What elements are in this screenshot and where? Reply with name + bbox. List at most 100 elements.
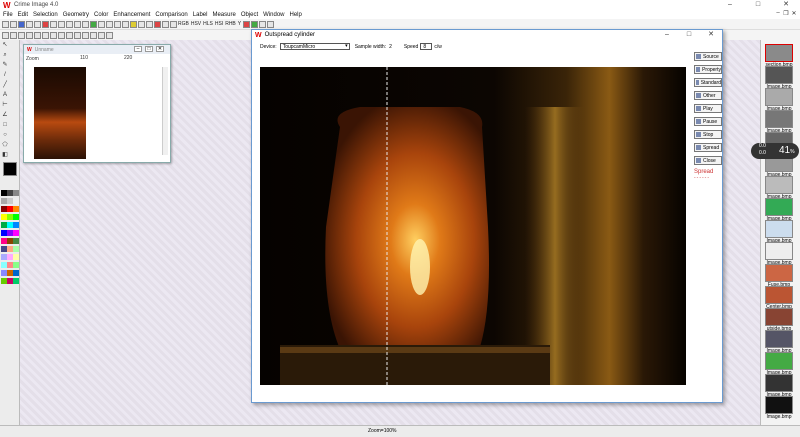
hsv-button[interactable]: HSV — [191, 21, 201, 27]
rect-icon[interactable] — [26, 31, 33, 39]
menu-label[interactable]: Label — [193, 12, 208, 18]
menu-geometry[interactable]: Geometry — [63, 12, 89, 18]
thumbnail-item[interactable]: Image.bmp — [765, 396, 793, 420]
color-wheel-icon[interactable] — [251, 20, 259, 28]
thumbnail-item[interactable]: Image.bmp — [765, 242, 793, 266]
pointer-icon[interactable] — [2, 31, 9, 39]
thumbnail-item[interactable]: Image.bmp — [765, 198, 793, 222]
camera-preview[interactable] — [260, 67, 686, 385]
close-button[interactable]: ✕ — [772, 0, 800, 10]
zoom-out-icon[interactable] — [122, 20, 129, 28]
play-button[interactable]: Play — [694, 104, 722, 113]
hls-button[interactable]: HLS — [203, 21, 213, 27]
palette-swatch[interactable] — [13, 238, 19, 244]
gray-icon[interactable] — [162, 20, 169, 28]
property-button[interactable]: Property — [694, 65, 722, 74]
palette-swatch[interactable] — [13, 206, 19, 212]
thumbnail-item[interactable]: section.bmp — [765, 44, 793, 68]
thumbnail-item[interactable]: Image.bmp — [765, 110, 793, 134]
marker-icon[interactable] — [243, 20, 251, 28]
close-dialog-button[interactable]: Close — [694, 156, 722, 165]
red-channel-icon[interactable] — [154, 20, 161, 28]
sample-width-value[interactable]: 2 — [389, 44, 392, 50]
new-icon[interactable] — [2, 20, 9, 28]
palette-swatch[interactable] — [13, 246, 19, 252]
fill-tool-icon[interactable]: ◧ — [1, 151, 9, 159]
mdi-close-button[interactable]: ✕ — [790, 10, 798, 18]
child-close-button[interactable]: ✕ — [156, 46, 164, 52]
crop-icon[interactable] — [82, 20, 89, 28]
speed-stepper[interactable]: 8 — [420, 43, 433, 50]
flip-icon[interactable] — [98, 20, 105, 28]
mdi-minimize-button[interactable]: – — [774, 10, 782, 18]
other-button[interactable]: Other — [694, 91, 722, 100]
ellipse-icon[interactable] — [34, 31, 41, 39]
rhb-button[interactable]: RHB — [225, 21, 236, 27]
child-minimize-button[interactable]: – — [134, 46, 142, 52]
minimize-button[interactable]: – — [716, 0, 744, 10]
cascade-icon[interactable] — [106, 31, 113, 39]
foreground-color-swatch[interactable] — [3, 162, 17, 176]
dialog-close-button[interactable]: ✕ — [700, 30, 722, 40]
brightness-icon[interactable] — [130, 20, 137, 28]
thumbnail-item[interactable]: Center.bmp — [765, 286, 793, 310]
angle-tool-icon[interactable]: ∠ — [1, 111, 9, 119]
menu-file[interactable]: File — [3, 12, 13, 18]
select-tool-icon[interactable]: ↖ — [1, 41, 9, 49]
grid-icon[interactable] — [267, 20, 275, 28]
hand-icon[interactable] — [10, 31, 17, 39]
thumbnail-item[interactable]: Image.bmp — [765, 176, 793, 200]
invert-icon[interactable] — [170, 20, 177, 28]
pause-button[interactable]: Pause — [694, 117, 722, 126]
mdi-restore-button[interactable]: ❐ — [782, 10, 790, 18]
thumbnail-item[interactable]: Image.bmp — [765, 330, 793, 354]
measure-icon[interactable] — [259, 20, 267, 28]
palette-swatch[interactable] — [13, 254, 19, 260]
menu-measure[interactable]: Measure — [212, 12, 235, 18]
save-icon[interactable] — [18, 20, 25, 28]
line-tool-icon[interactable]: ╱ — [1, 81, 9, 89]
align-center-icon[interactable] — [82, 31, 89, 39]
menu-enhancement[interactable]: Enhancement — [113, 12, 150, 18]
zoom-tool-icon[interactable]: ⌕ — [1, 51, 9, 59]
histogram-icon[interactable] — [146, 20, 153, 28]
thumbnail-item[interactable]: Image.bmp — [765, 66, 793, 90]
thumbnail-item[interactable]: utside.bmp — [765, 308, 793, 332]
palette-swatch[interactable] — [13, 190, 19, 196]
paste-icon[interactable] — [58, 20, 65, 28]
delete-icon[interactable] — [42, 20, 49, 28]
hsi-button[interactable]: HSI — [215, 21, 223, 27]
scan-icon[interactable] — [34, 20, 41, 28]
y-button[interactable]: Y — [238, 21, 241, 27]
rotate-icon[interactable] — [90, 20, 97, 28]
zoom-in-icon[interactable] — [114, 20, 121, 28]
measure-tool-icon[interactable]: ⊢ — [1, 101, 9, 109]
ellipse-tool-icon[interactable]: ○ — [1, 131, 9, 139]
thumbnail-item[interactable]: Image.bmp — [765, 374, 793, 398]
redo-icon[interactable] — [74, 20, 81, 28]
menu-selection[interactable]: Selection — [33, 12, 58, 18]
tile-icon[interactable] — [98, 31, 105, 39]
menu-window[interactable]: Window — [263, 12, 284, 18]
spread-button[interactable]: Spread — [694, 143, 722, 152]
source-button[interactable]: Source — [694, 52, 722, 61]
print-icon[interactable] — [26, 20, 33, 28]
fill-icon[interactable] — [58, 31, 65, 39]
menu-object[interactable]: Object — [241, 12, 258, 18]
resize-icon[interactable] — [106, 20, 113, 28]
copy-icon[interactable] — [50, 20, 57, 28]
align-right-icon[interactable] — [90, 31, 97, 39]
polygon-icon[interactable] — [42, 31, 49, 39]
rgb-button[interactable]: RGB — [178, 21, 189, 27]
zoom-overlay-widget[interactable]: 0.0 0.0 41% — [751, 143, 799, 159]
dialog-minimize-button[interactable]: – — [656, 30, 678, 40]
undo-icon[interactable] — [66, 20, 73, 28]
polygon-tool-icon[interactable]: ⬠ — [1, 141, 9, 149]
device-select[interactable]: ToupcamMicro — [279, 43, 350, 50]
stop-button[interactable]: Stop — [694, 130, 722, 139]
dialog-maximize-button[interactable]: □ — [678, 30, 700, 40]
text-tool-icon[interactable]: A — [1, 91, 9, 99]
menu-edit[interactable]: Edit — [18, 12, 28, 18]
open-icon[interactable] — [10, 20, 17, 28]
child-maximize-button[interactable]: □ — [145, 46, 153, 52]
